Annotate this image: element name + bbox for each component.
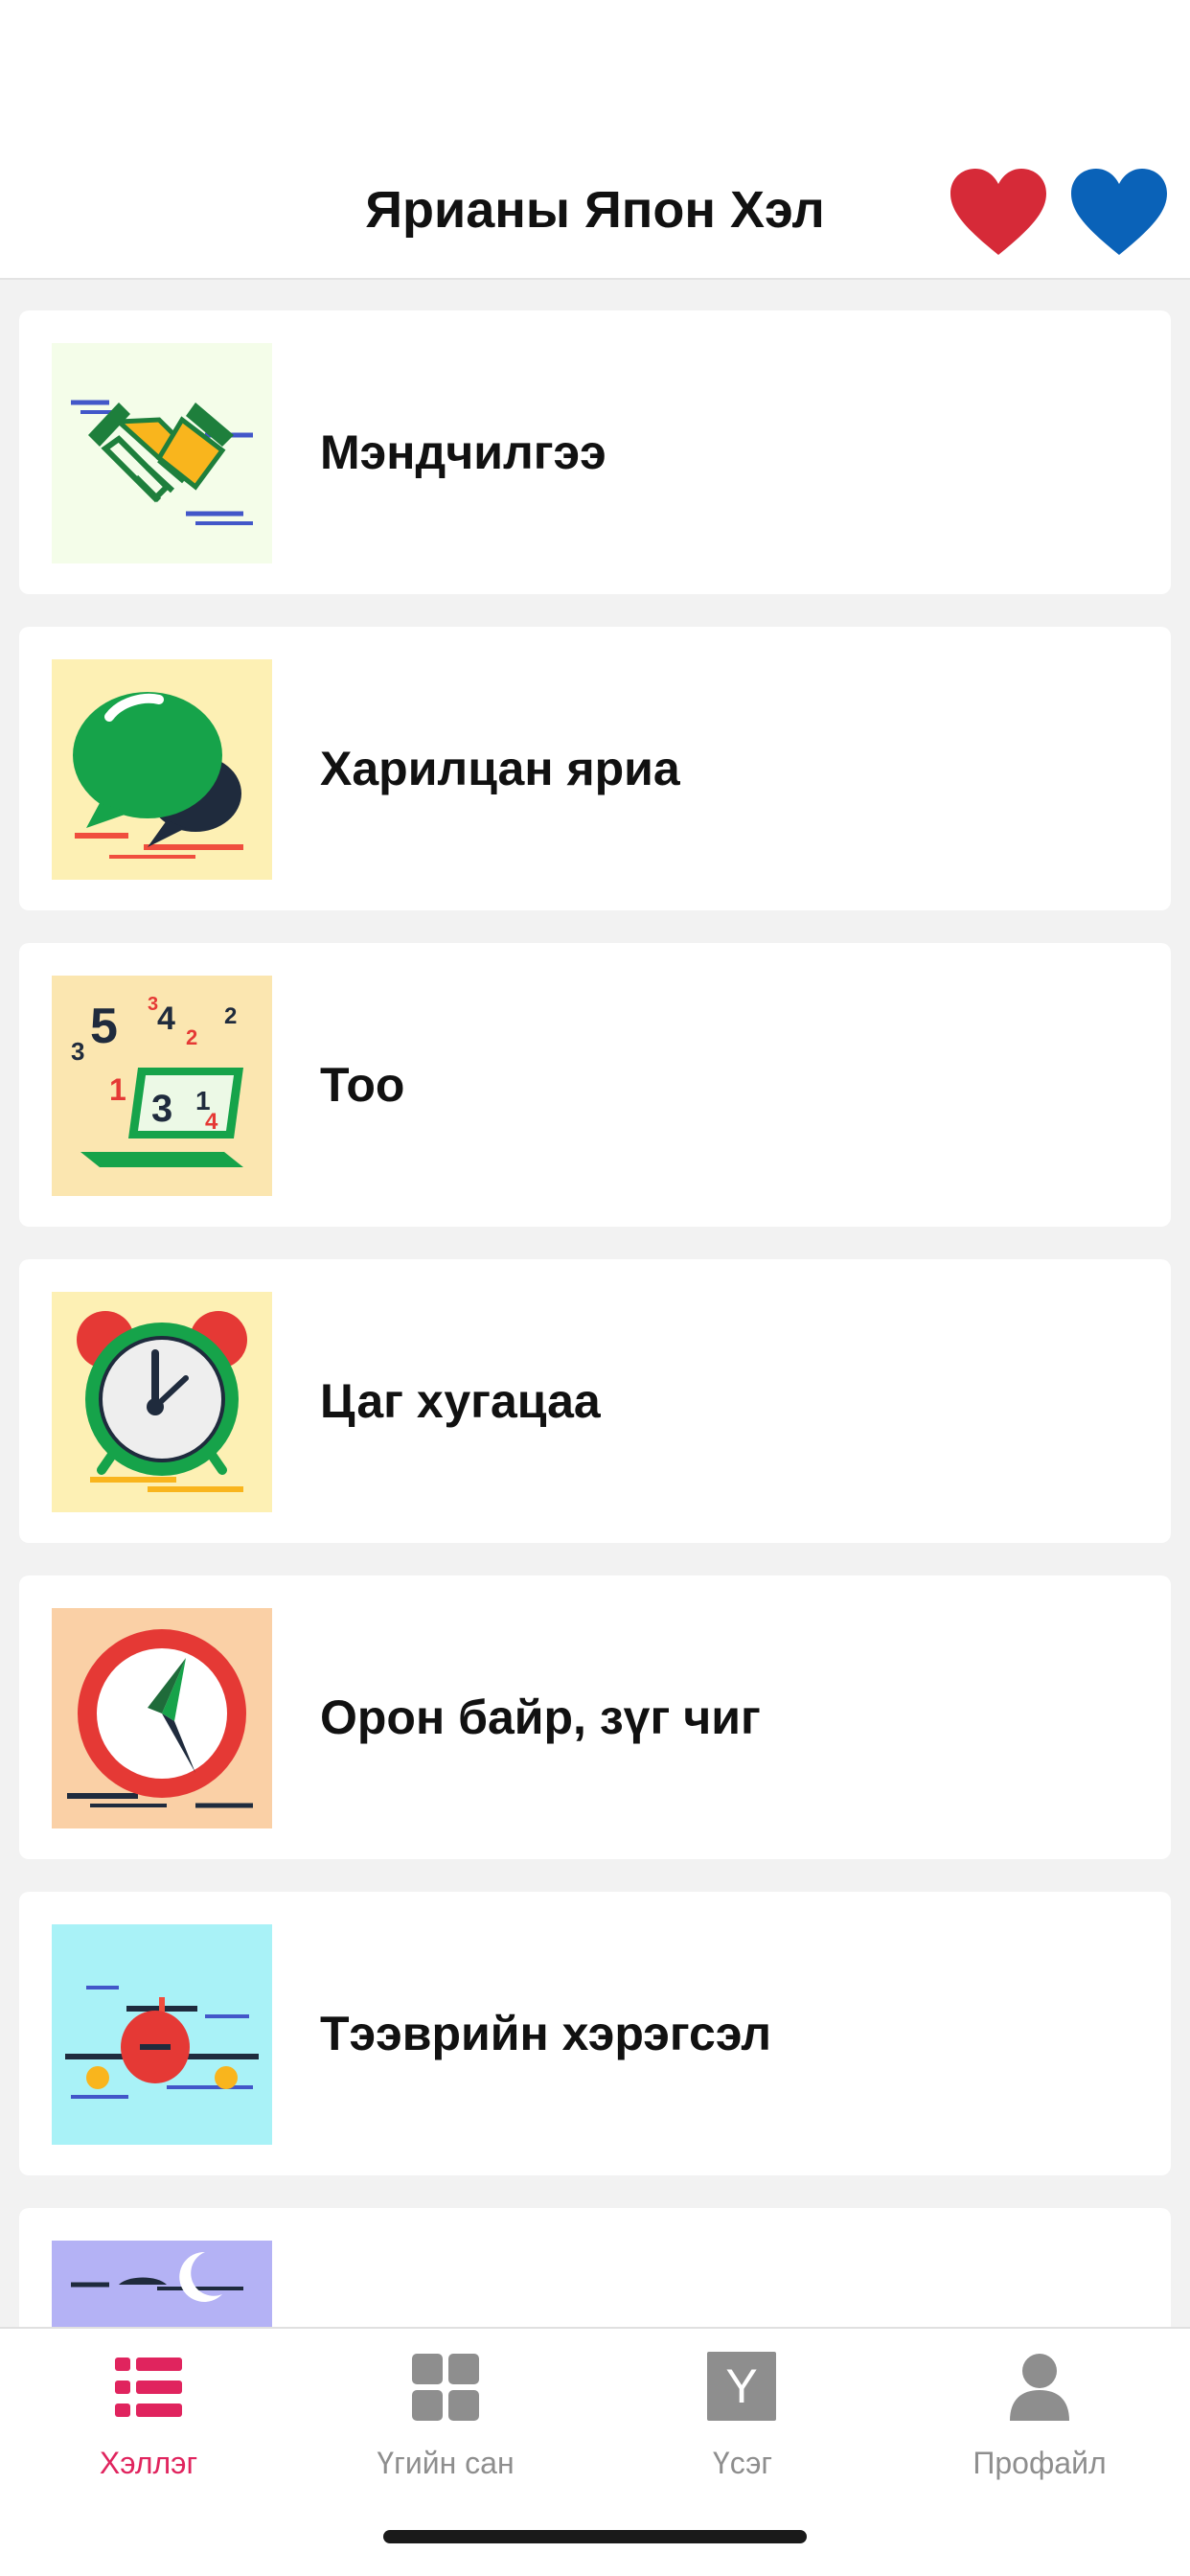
tab-label: Үсэг [712, 2446, 773, 2480]
tab-label: Үгийн сан [377, 2446, 515, 2480]
svg-text:2: 2 [186, 1025, 197, 1049]
airplane-icon [52, 1924, 272, 2145]
handshake-icon [52, 343, 272, 564]
svg-text:3: 3 [151, 1088, 172, 1130]
tab-phrases[interactable]: Хэллэг [0, 2329, 297, 2520]
app-screen: Ярианы Япон Хэл Мэндчилгээ Харилцан яриа… [0, 0, 1190, 2576]
top-header: Ярианы Япон Хэл [0, 144, 1190, 280]
letter-y-icon: Y [707, 2352, 778, 2423]
category-card-transport[interactable]: Тээврийн хэрэгсэл [19, 1892, 1171, 2175]
category-label: Тээврийн хэрэгсэл [320, 2007, 771, 2060]
letter-y-glyph: Y [707, 2352, 776, 2421]
tab-label: Профайл [973, 2446, 1107, 2480]
home-indicator [383, 2530, 807, 2543]
category-card-night[interactable] [19, 2208, 1171, 2327]
tab-letters[interactable]: Y Үсэг [594, 2329, 891, 2520]
numbers-laptop-icon: 5 3 4 2 2 3 1 3 1 4 [52, 976, 272, 1196]
category-list: Мэндчилгээ Харилцан яриа 5 3 4 2 2 3 1 3… [0, 280, 1190, 2327]
category-card-conversation[interactable]: Харилцан яриа [19, 627, 1171, 910]
svg-text:3: 3 [71, 1037, 84, 1066]
category-card-directions[interactable]: Орон байр, зүг чиг [19, 1576, 1171, 1859]
category-label: Орон байр, зүг чиг [320, 1690, 761, 1744]
svg-text:2: 2 [224, 1003, 237, 1029]
status-bar [0, 0, 1190, 144]
night-moon-icon [52, 2241, 272, 2327]
category-label: Тоо [320, 1058, 405, 1112]
chat-bubbles-icon [52, 659, 272, 880]
tab-vocabulary[interactable]: Үгийн сан [297, 2329, 594, 2520]
category-label: Харилцан яриа [320, 742, 680, 795]
tab-profile[interactable]: Профайл [891, 2329, 1188, 2520]
svg-text:1: 1 [109, 1072, 126, 1107]
svg-text:4: 4 [205, 1109, 218, 1135]
list-icon [113, 2352, 184, 2423]
heart-red-icon[interactable] [949, 167, 1048, 259]
grid-icon [410, 2352, 481, 2423]
svg-text:4: 4 [157, 1000, 175, 1037]
category-card-numbers[interactable]: 5 3 4 2 2 3 1 3 1 4 Тоо [19, 943, 1171, 1227]
category-label: Мэндчилгээ [320, 426, 606, 479]
tab-label: Хэллэг [99, 2446, 198, 2480]
svg-text:5: 5 [90, 999, 118, 1054]
category-label: Цаг хугацаа [320, 1374, 601, 1428]
category-card-time[interactable]: Цаг хугацаа [19, 1259, 1171, 1543]
heart-blue-icon[interactable] [1069, 167, 1169, 259]
alarm-clock-icon [52, 1292, 272, 1512]
profile-icon [1004, 2352, 1075, 2423]
svg-text:3: 3 [148, 994, 158, 1015]
category-card-greetings[interactable]: Мэндчилгээ [19, 310, 1171, 594]
compass-icon [52, 1608, 272, 1828]
